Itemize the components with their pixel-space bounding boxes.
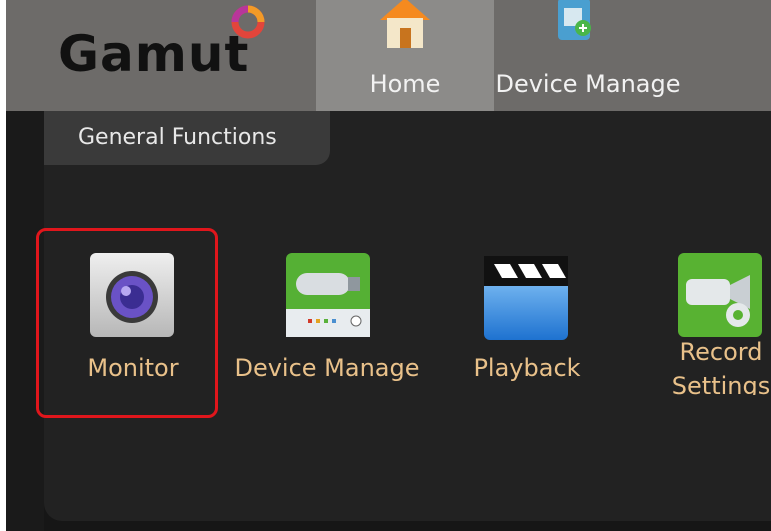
function-monitor[interactable]: Monitor: [68, 250, 198, 390]
record-settings-icon: [678, 253, 762, 337]
tab-device-manage[interactable]: Device Manage: [494, 0, 682, 111]
function-playback[interactable]: Playback: [462, 250, 592, 390]
section-tab-general-functions[interactable]: General Functions: [44, 111, 330, 165]
device-add-icon: [558, 0, 591, 40]
tab-device-manage-label: Device Manage: [495, 70, 681, 98]
function-device-manage[interactable]: Device Manage: [232, 250, 422, 390]
device-manage-icon: [286, 253, 370, 337]
record-graphic: [686, 275, 750, 327]
tab-home-label: Home: [369, 70, 441, 98]
function-playback-label: Playback: [473, 354, 581, 382]
lens-graphic: [106, 271, 158, 323]
left-strip: [6, 111, 44, 531]
app-window: Gamut Home Device Manage General Functio…: [6, 0, 771, 531]
tab-home[interactable]: Home: [316, 0, 494, 111]
logo-mark-icon: [231, 5, 265, 39]
function-monitor-label: Monitor: [87, 354, 179, 382]
device-graphic: [286, 273, 370, 337]
camera-lens-icon: [90, 253, 174, 337]
clapperboard-icon: [484, 256, 568, 340]
top-header: Gamut Home Device Manage: [6, 0, 771, 111]
app-logo: Gamut: [58, 25, 250, 83]
clapper-graphic: [484, 256, 568, 286]
function-record-label-line1: Record: [679, 338, 763, 366]
function-record-settings[interactable]: Record Settings: [666, 250, 771, 395]
function-device-manage-label: Device Manage: [234, 354, 420, 382]
function-record-label-line2: Settings: [671, 372, 771, 395]
house-icon: [380, 0, 430, 48]
